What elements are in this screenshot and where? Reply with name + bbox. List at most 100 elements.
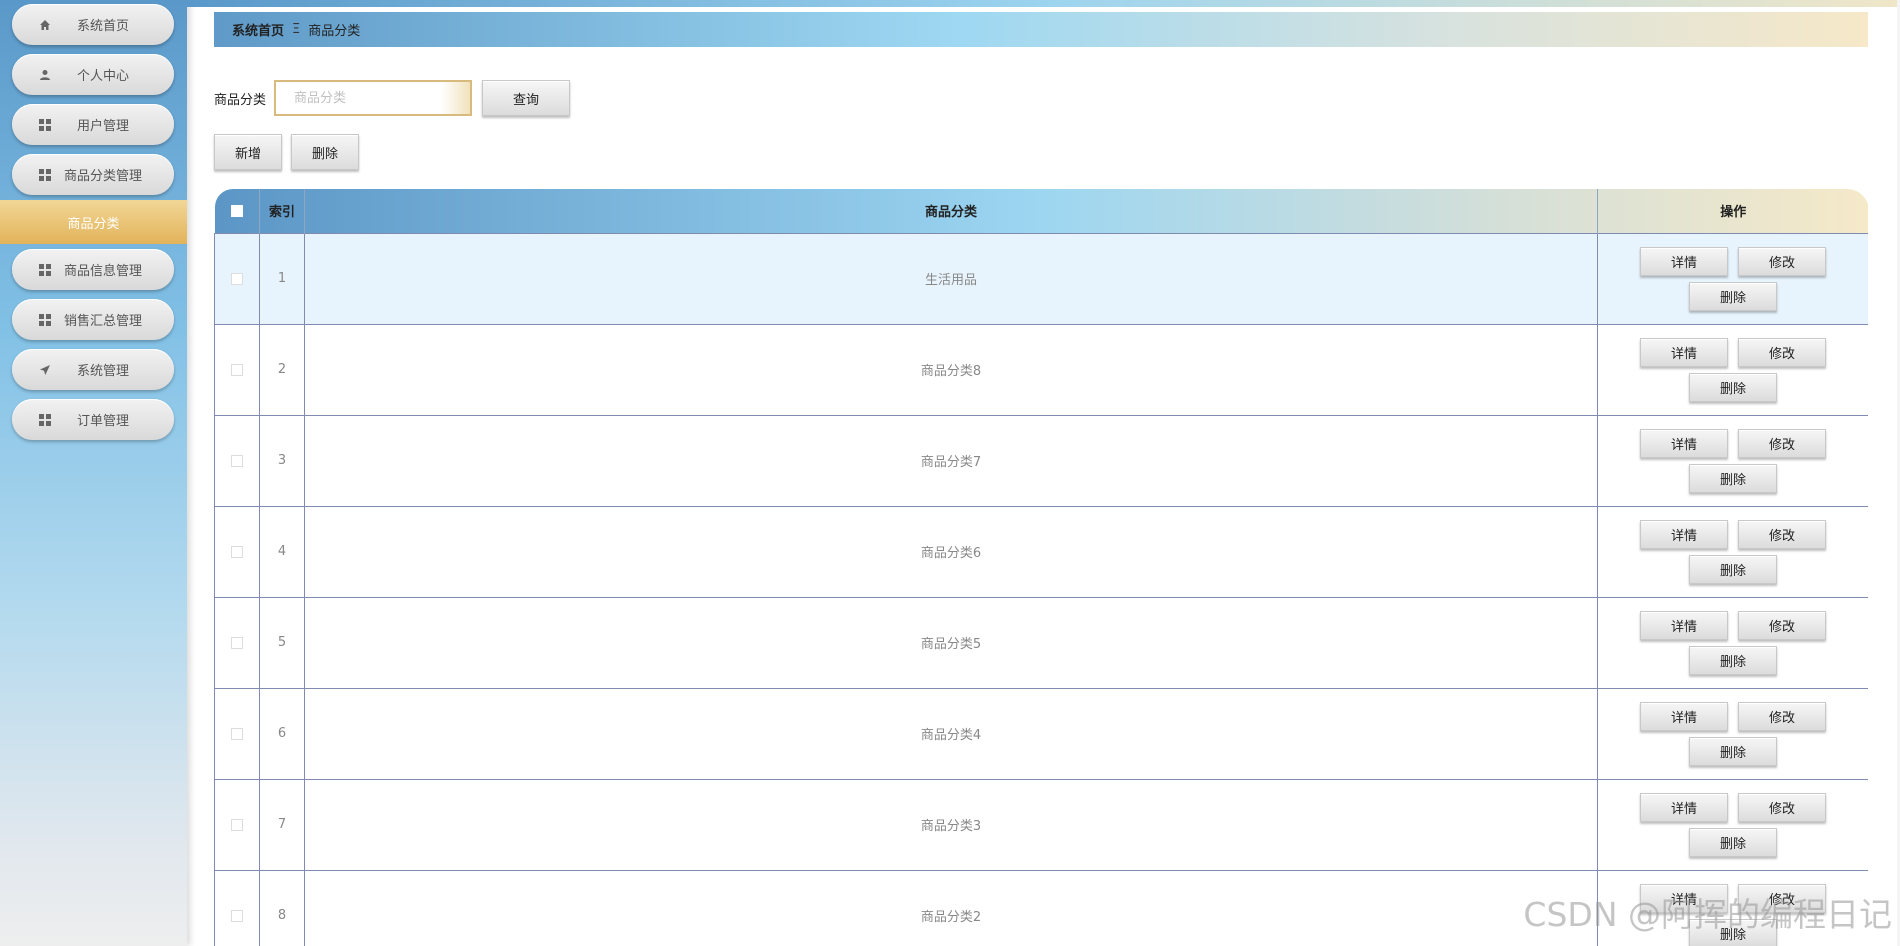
edit-button[interactable]: 修改 [1738,337,1826,367]
row-checkbox[interactable] [231,636,243,649]
table-row: 1 生活用品 详情 修改 删除 [214,232,1868,325]
grid-icon [36,411,54,429]
detail-button[interactable]: 详情 [1640,792,1728,822]
table-row: 6 商品分类4 详情 修改 删除 [214,687,1868,780]
detail-button[interactable]: 详情 [1640,246,1728,276]
column-header-ops: 操作 [1720,205,1747,221]
grid-icon [36,261,54,279]
row-select-cell [214,414,260,507]
breadcrumb-home[interactable]: 系统首页 [232,20,284,39]
detail-button[interactable]: 详情 [1640,883,1728,913]
sidebar-item-category-management[interactable]: 商品分类管理 [12,154,174,195]
row-index: 6 [259,687,305,780]
sidebar-item-home[interactable]: 系统首页 [12,4,174,45]
edit-button[interactable]: 修改 [1738,246,1826,276]
row-index: 2 [259,323,305,416]
row-delete-button[interactable]: 删除 [1689,372,1777,402]
row-category: 商品分类3 [304,778,1598,871]
row-index: 1 [259,232,305,325]
row-index: 8 [259,869,305,946]
sidebar-item-label: 订单管理 [76,414,129,429]
table-row: 5 商品分类5 详情 修改 删除 [214,596,1868,689]
detail-button[interactable]: 详情 [1640,610,1728,640]
grid-icon [36,311,54,329]
row-delete-button[interactable]: 删除 [1689,736,1777,766]
table-row: 7 商品分类3 详情 修改删除 [214,778,1868,871]
row-checkbox[interactable] [231,909,243,922]
row-checkbox[interactable] [231,272,243,285]
row-ops: 详情 修改删除 [1597,687,1868,780]
table-header: 索引 商品分类 操作 [214,189,1868,233]
row-category: 商品分类5 [304,596,1598,689]
row-checkbox[interactable] [231,818,243,831]
edit-button[interactable]: 修改 [1738,519,1826,549]
row-category: 商品分类6 [304,505,1598,598]
grid-icon [36,116,54,134]
detail-button[interactable]: 详情 [1640,701,1728,731]
row-checkbox[interactable] [231,363,243,376]
sidebar-item-personal-center[interactable]: 个人中心 [12,54,174,95]
user-icon [36,66,54,84]
row-category: 商品分类8 [304,323,1598,416]
row-category: 商品分类7 [304,414,1598,507]
sidebar: 系统首页 个人中心 用户管理 商品分类管理 商品分类 商品信息管理 销售汇总管理… [0,0,187,946]
row-ops: 详情 修改删除 [1597,323,1868,416]
row-ops: 详情 修改删除 [1597,869,1868,946]
row-delete-button[interactable]: 删除 [1689,918,1777,946]
detail-button[interactable]: 详情 [1640,337,1728,367]
search-input[interactable] [274,80,473,116]
column-header-category: 商品分类 [304,189,1598,233]
column-header-index: 索引 [259,189,305,233]
row-ops: 详情 修改删除 [1597,505,1868,598]
row-index: 7 [259,778,305,871]
select-all-cell [214,189,260,233]
row-category: 商品分类4 [304,687,1598,780]
row-select-cell [214,687,260,780]
row-delete-button[interactable]: 删除 [1689,645,1777,675]
row-delete-button[interactable]: 删除 [1689,554,1777,584]
row-ops: 详情 修改删除 [1597,414,1868,507]
row-select-cell [214,505,260,598]
detail-button[interactable]: 详情 [1640,428,1728,458]
row-checkbox[interactable] [231,454,243,467]
sidebar-item-system-management[interactable]: 系统管理 [12,349,174,390]
detail-button[interactable]: 详情 [1640,519,1728,549]
row-category: 生活用品 [304,232,1598,325]
edit-button[interactable]: 修改 [1738,883,1826,913]
send-icon [36,361,54,379]
breadcrumb: 系统首页 Ξ 商品分类 [214,12,1868,47]
add-button[interactable]: 新增 [214,134,282,170]
table-row: 2 商品分类8 详情 修改 删除 [214,323,1868,416]
sidebar-item-sales-summary[interactable]: 销售汇总管理 [12,299,174,340]
search-bar: 商品分类 查询 [214,80,571,116]
sidebar-item-label: 系统首页 [76,19,129,34]
row-index: 4 [259,505,305,598]
row-category: 商品分类2 [304,869,1598,946]
sidebar-item-label: 商品信息管理 [63,264,142,279]
edit-button[interactable]: 修改 [1738,610,1826,640]
row-delete-button[interactable]: 删除 [1689,281,1777,311]
edit-button[interactable]: 修改 [1738,701,1826,731]
table-row: 8 商品分类2 详情 修改 删除 [214,869,1868,946]
sidebar-item-product-info-management[interactable]: 商品信息管理 [12,249,174,290]
sidebar-item-label: 用户管理 [76,119,129,134]
row-checkbox[interactable] [231,727,243,740]
row-delete-button[interactable]: 删除 [1689,463,1777,493]
row-checkbox[interactable] [231,545,243,558]
sidebar-item-label: 系统管理 [76,364,129,379]
grid-icon [36,166,54,184]
row-delete-button[interactable]: 删除 [1689,827,1777,857]
row-select-cell [214,869,260,946]
sidebar-item-user-management[interactable]: 用户管理 [12,104,174,145]
query-button[interactable]: 查询 [482,80,571,116]
edit-button[interactable]: 修改 [1738,792,1826,822]
select-all-checkbox[interactable] [230,204,243,217]
sidebar-item-order-management[interactable]: 订单管理 [12,399,174,440]
delete-button[interactable]: 删除 [291,134,359,170]
sidebar-subitem-category[interactable]: 商品分类 [0,200,187,244]
action-toolbar: 新增 删除 [214,134,359,170]
table-row: 4 商品分类6 详情 修改 删除 [214,505,1868,598]
edit-button[interactable]: 修改 [1738,428,1826,458]
row-ops: 详情 修改删除 [1597,232,1868,325]
row-select-cell [214,323,260,416]
